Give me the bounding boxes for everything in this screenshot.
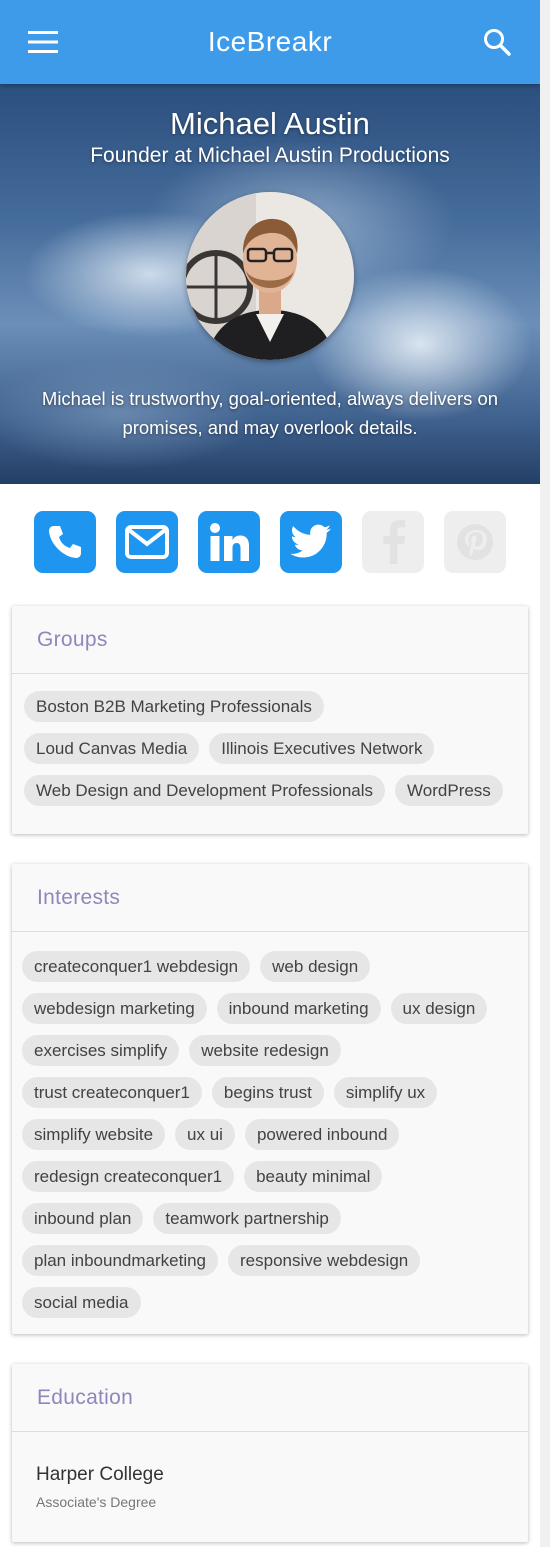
groups-title: Groups	[37, 627, 108, 651]
education-header: Education	[12, 1364, 528, 1432]
interest-chip[interactable]: web design	[260, 951, 371, 982]
profile-name: Michael Austin	[170, 106, 370, 141]
interest-chip[interactable]: beauty minimal	[244, 1161, 383, 1192]
interest-chip[interactable]: inbound marketing	[216, 993, 381, 1024]
groups-card: Groups Boston B2B Marketing Professional…	[12, 606, 528, 834]
interest-chip[interactable]: exercises simplify	[22, 1035, 180, 1066]
interest-chip[interactable]: webdesign marketing	[22, 993, 207, 1024]
facebook-icon	[383, 520, 406, 564]
interest-chip[interactable]: redesign createconquer1	[22, 1161, 235, 1192]
interest-chip[interactable]: createconquer1 webdesign	[22, 951, 251, 982]
interest-chip[interactable]: begins trust	[211, 1077, 324, 1108]
search-icon	[483, 29, 511, 56]
menu-button[interactable]	[26, 25, 60, 59]
app-title: IceBreakr	[207, 26, 333, 57]
pinterest-icon	[457, 524, 493, 560]
profile-hero: Michael Austin Founder at Michael Austin…	[0, 84, 540, 484]
group-chip[interactable]: Web Design and Development Professionals	[24, 775, 386, 806]
email-button[interactable]	[116, 511, 178, 573]
education-card: Education Harper College Associate's Deg…	[12, 1364, 528, 1542]
interests-chip-list: createconquer1 webdesign web design webd…	[12, 932, 528, 1334]
interest-chip[interactable]: responsive webdesign	[228, 1245, 421, 1276]
app-bar: IceBreakr	[0, 0, 540, 84]
interest-chip[interactable]: website redesign	[189, 1035, 341, 1066]
social-links	[0, 484, 540, 606]
interest-chip[interactable]: powered inbound	[244, 1119, 400, 1150]
facebook-button[interactable]	[362, 511, 424, 573]
search-button[interactable]	[480, 25, 514, 59]
education-title: Education	[37, 1385, 134, 1409]
phone-button[interactable]	[34, 511, 96, 573]
avatar-portrait	[186, 192, 354, 360]
group-chip[interactable]: Loud Canvas Media	[24, 733, 200, 764]
interests-header: Interests	[12, 864, 528, 932]
interests-card: Interests createconquer1 webdesign web d…	[12, 864, 528, 1334]
group-chip[interactable]: WordPress	[395, 775, 503, 806]
interest-chip[interactable]: trust createconquer1	[22, 1077, 202, 1108]
phone-icon	[49, 526, 81, 558]
groups-chip-list: Boston B2B Marketing Professionals Loud …	[12, 674, 528, 834]
groups-header: Groups	[12, 606, 528, 674]
interest-chip[interactable]: plan inboundmarketing	[22, 1245, 219, 1276]
education-degree: Associate's Degree	[36, 1494, 157, 1510]
interest-chip[interactable]: inbound plan	[22, 1203, 144, 1234]
page-scrollbar[interactable]	[540, 0, 550, 1547]
interest-chip[interactable]: simplify website	[22, 1119, 166, 1150]
interest-chip[interactable]: simplify ux	[333, 1077, 438, 1108]
profile-bio: Michael is trustworthy, goal-oriented, a…	[41, 388, 499, 438]
avatar	[186, 192, 354, 360]
education-item: Harper College Associate's Degree	[12, 1432, 528, 1542]
interests-title: Interests	[37, 885, 121, 909]
twitter-button[interactable]	[280, 511, 342, 573]
envelope-icon	[125, 525, 169, 559]
twitter-icon	[290, 524, 331, 558]
linkedin-icon	[210, 523, 249, 561]
education-school: Harper College	[36, 1464, 164, 1485]
linkedin-button[interactable]	[198, 511, 260, 573]
interest-chip[interactable]: ux design	[390, 993, 488, 1024]
interest-chip[interactable]: teamwork partnership	[153, 1203, 341, 1234]
group-chip[interactable]: Boston B2B Marketing Professionals	[24, 691, 324, 722]
pinterest-button[interactable]	[444, 511, 506, 573]
menu-icon	[28, 31, 58, 53]
interest-chip[interactable]: social media	[22, 1287, 141, 1318]
group-chip[interactable]: Illinois Executives Network	[209, 733, 435, 764]
interest-chip[interactable]: ux ui	[175, 1119, 235, 1150]
profile-page: IceBreakr Michael Austin Founder at Mich…	[0, 0, 540, 1547]
profile-role: Founder at Michael Austin Productions	[90, 144, 450, 167]
